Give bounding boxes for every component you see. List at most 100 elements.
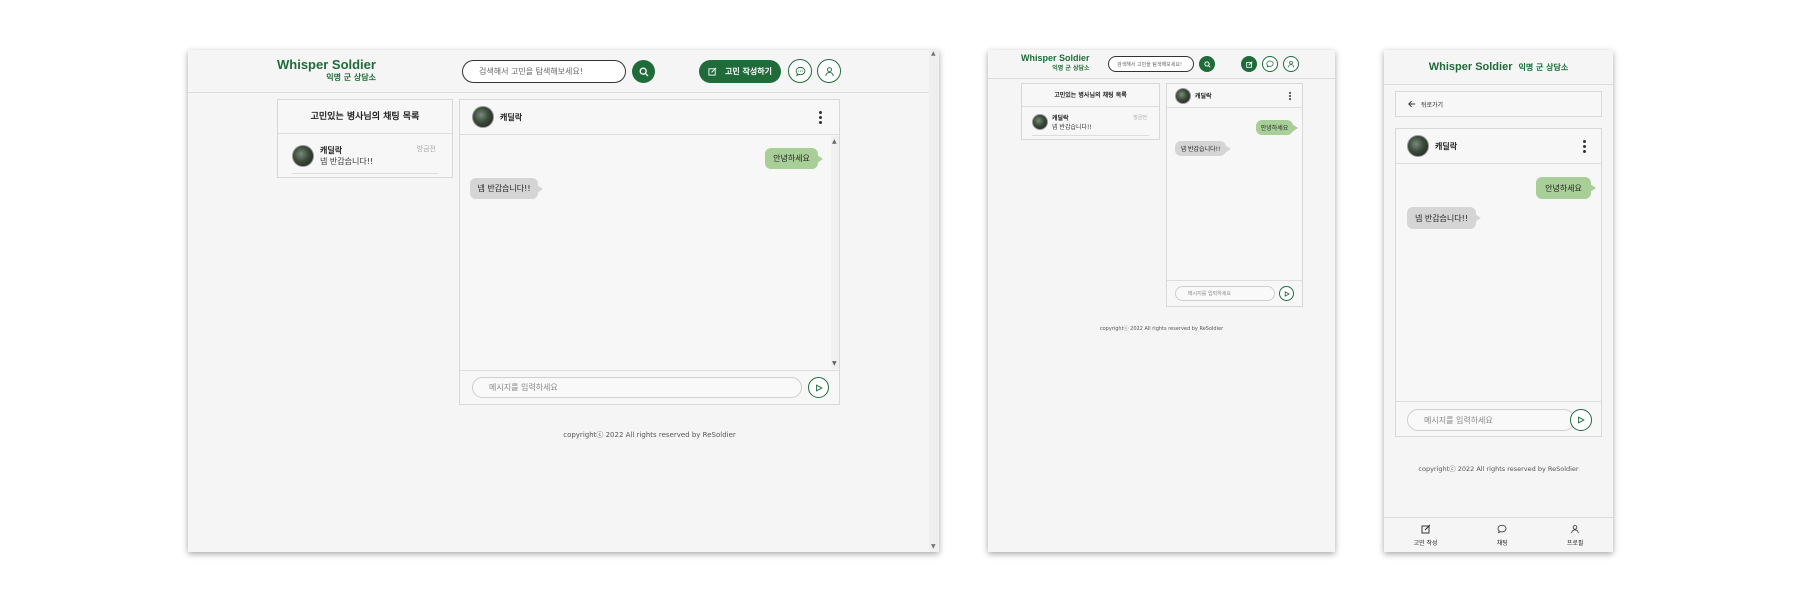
search-icon (639, 67, 648, 76)
my-message-bubble: 안녕하세요 (1256, 120, 1298, 135)
chat-item-name: 캐딜락 (1052, 115, 1069, 122)
chat-list-title: 고민있는 병사님의 채팅 목록 (1022, 84, 1159, 107)
chat-item-time: 방금전 (1133, 115, 1147, 121)
tablet-view: Whisper Soldier 익명 군 상담소 검색해서 고민을 탐색해보세요… (988, 50, 1335, 552)
send-button[interactable] (1279, 286, 1294, 301)
chat-partner-name: 캐딜락 (500, 112, 523, 122)
nav-item-profile[interactable]: 프로필 (1566, 524, 1584, 547)
avatar (472, 106, 494, 128)
my-message-bubble: 안녕하세요 (1536, 177, 1596, 199)
logo-subtitle: 익명 군 상담소 (326, 73, 376, 82)
logo-title: Whisper Soldier (277, 57, 376, 72)
page-scrollbar[interactable]: ▲ ▼ (929, 50, 939, 552)
chat-item-name: 캐딜락 (320, 145, 343, 155)
input-divider (1396, 401, 1601, 402)
send-button[interactable] (808, 377, 829, 398)
edit-icon (1421, 524, 1430, 533)
chat-list-title: 고민있는 병사님의 채팅 목록 (278, 100, 452, 134)
send-icon (815, 383, 823, 392)
desktop-view: Whisper Soldier 익명 군 상담소 검색해서 고민을 탐색해보세요… (188, 50, 939, 552)
chat-item-message: 넵 반갑습니다!! (320, 156, 374, 166)
chat-room-header: 캐딜락 (1396, 129, 1601, 164)
search-input[interactable]: 검색해서 고민을 탐색해보세요! (1108, 56, 1194, 72)
profile-icon (1571, 524, 1579, 533)
search-button[interactable] (1199, 56, 1215, 72)
chat-item-message: 넵 반갑습니다!! (1052, 124, 1092, 131)
chat-room-header: 캐딜락 (460, 100, 839, 135)
scroll-up-icon: ▲ (832, 138, 837, 145)
profile-button[interactable] (1283, 56, 1299, 72)
profile-icon (824, 66, 834, 76)
more-options-icon[interactable] (1289, 92, 1291, 100)
my-message-bubble: 안녕하세요 (765, 148, 823, 169)
chat-icon (795, 66, 805, 76)
message-input[interactable]: 메시지를 입력하세요 (1175, 286, 1275, 301)
chat-room-header: 캐딜락 (1167, 84, 1302, 108)
top-header: Whisper Soldier 익명 군 상담소 검색해서 고민을 탐색해보세요… (188, 50, 939, 93)
logo-title: Whisper Soldier (1021, 53, 1090, 63)
scroll-down-icon: ▼ (931, 543, 936, 550)
bottom-nav: 고민 작성 채팅 프로필 (1384, 517, 1613, 552)
write-worry-button[interactable]: 고민 작성하기 (699, 60, 781, 83)
message-input[interactable]: 메시지를 입력하세요 (1407, 409, 1575, 431)
edit-icon (1245, 60, 1253, 68)
chat-room-panel: 캐딜락 안녕하세요 넵 반갑습니다!! 메시지를 입력하세요 (1166, 83, 1303, 307)
logo[interactable]: Whisper Soldier 익명 군 상담소 (1021, 53, 1090, 72)
send-button[interactable] (1570, 409, 1592, 431)
more-options-icon[interactable] (819, 111, 822, 124)
chat-item-time: 방금전 (416, 145, 436, 153)
back-label: 뒤로가기 (1421, 101, 1444, 109)
other-message-bubble: 넵 반갑습니다!! (1175, 141, 1231, 156)
chat-partner-name: 캐딜락 (1435, 141, 1458, 151)
more-options-icon[interactable] (1583, 140, 1586, 153)
logo-title[interactable]: Whisper Soldier (1429, 61, 1513, 73)
edit-icon (708, 67, 717, 76)
avatar (1175, 87, 1191, 104)
scroll-up-icon: ▲ (931, 50, 936, 57)
message-input[interactable]: 메시지를 입력하세요 (472, 377, 802, 398)
chat-button[interactable] (1262, 56, 1278, 72)
input-divider (460, 370, 839, 371)
chat-room-panel: 캐딜락 안녕하세요 넵 반갑습니다!! 메시지를 입력하세요 (1395, 128, 1602, 437)
copyright: copyrightⓒ 2022 All rights reserved by R… (1418, 465, 1579, 473)
chat-list-panel: 고민있는 병사님의 채팅 목록 캐딜락 넵 반갑습니다!! 방금전 (1021, 83, 1160, 140)
mobile-view: Whisper Soldier 익명 군 상담소 뒤로가기 캐딜락 안녕하세요 … (1384, 50, 1613, 552)
chat-partner-name: 캐딜락 (1195, 93, 1212, 100)
avatar (292, 144, 314, 167)
nav-label: 채팅 (1496, 539, 1508, 547)
search-input[interactable]: 검색해서 고민을 탐색해보세요! (462, 60, 626, 83)
search-button[interactable] (632, 60, 655, 83)
write-worry-button[interactable] (1241, 56, 1257, 72)
top-header: Whisper Soldier 익명 군 상담소 (1384, 50, 1613, 85)
logo[interactable]: Whisper Soldier 익명 군 상담소 (277, 57, 376, 83)
write-button-label: 고민 작성하기 (725, 67, 772, 76)
send-icon (1284, 290, 1290, 297)
profile-button[interactable] (817, 59, 841, 83)
logo-subtitle: 익명 군 상담소 (1052, 65, 1090, 72)
profile-icon (1287, 60, 1295, 68)
input-divider (1167, 280, 1302, 281)
nav-item-write[interactable]: 고민 작성 (1414, 524, 1438, 547)
logo-subtitle: 익명 군 상담소 (1518, 62, 1569, 72)
nav-label: 프로필 (1566, 539, 1584, 547)
chat-button[interactable] (788, 59, 812, 83)
back-button[interactable]: 뒤로가기 (1395, 91, 1602, 117)
avatar (1032, 114, 1048, 130)
avatar (1407, 135, 1429, 157)
scroll-down-icon: ▼ (832, 360, 837, 367)
other-message-bubble: 넵 반갑습니다!! (470, 178, 543, 199)
chat-icon (1497, 524, 1507, 533)
search-icon (1203, 60, 1211, 68)
top-header: Whisper Soldier 익명 군 상담소 검색해서 고민을 탐색해보세요… (988, 50, 1335, 79)
send-icon (1578, 416, 1585, 424)
chat-list-item[interactable]: 캐딜락 넵 반갑습니다!! 방금전 (292, 138, 438, 174)
arrow-left-icon (1408, 100, 1416, 108)
chat-room-panel: 캐딜락 ▲ ▼ 안녕하세요 넵 반갑습니다!! 메시지를 입력하세요 (459, 99, 840, 405)
nav-item-chat[interactable]: 채팅 (1497, 524, 1508, 547)
chat-list-item[interactable]: 캐딜락 넵 반갑습니다!! 방금전 (1032, 109, 1149, 136)
scrollbar[interactable]: ▲ ▼ (831, 136, 839, 369)
chat-icon (1266, 60, 1274, 68)
chat-list-panel: 고민있는 병사님의 채팅 목록 캐딜락 넵 반갑습니다!! 방금전 (277, 99, 453, 178)
copyright: copyrightⓒ 2022 All rights reserved by R… (1099, 326, 1224, 332)
other-message-bubble: 넵 반갑습니다!! (1407, 207, 1481, 229)
